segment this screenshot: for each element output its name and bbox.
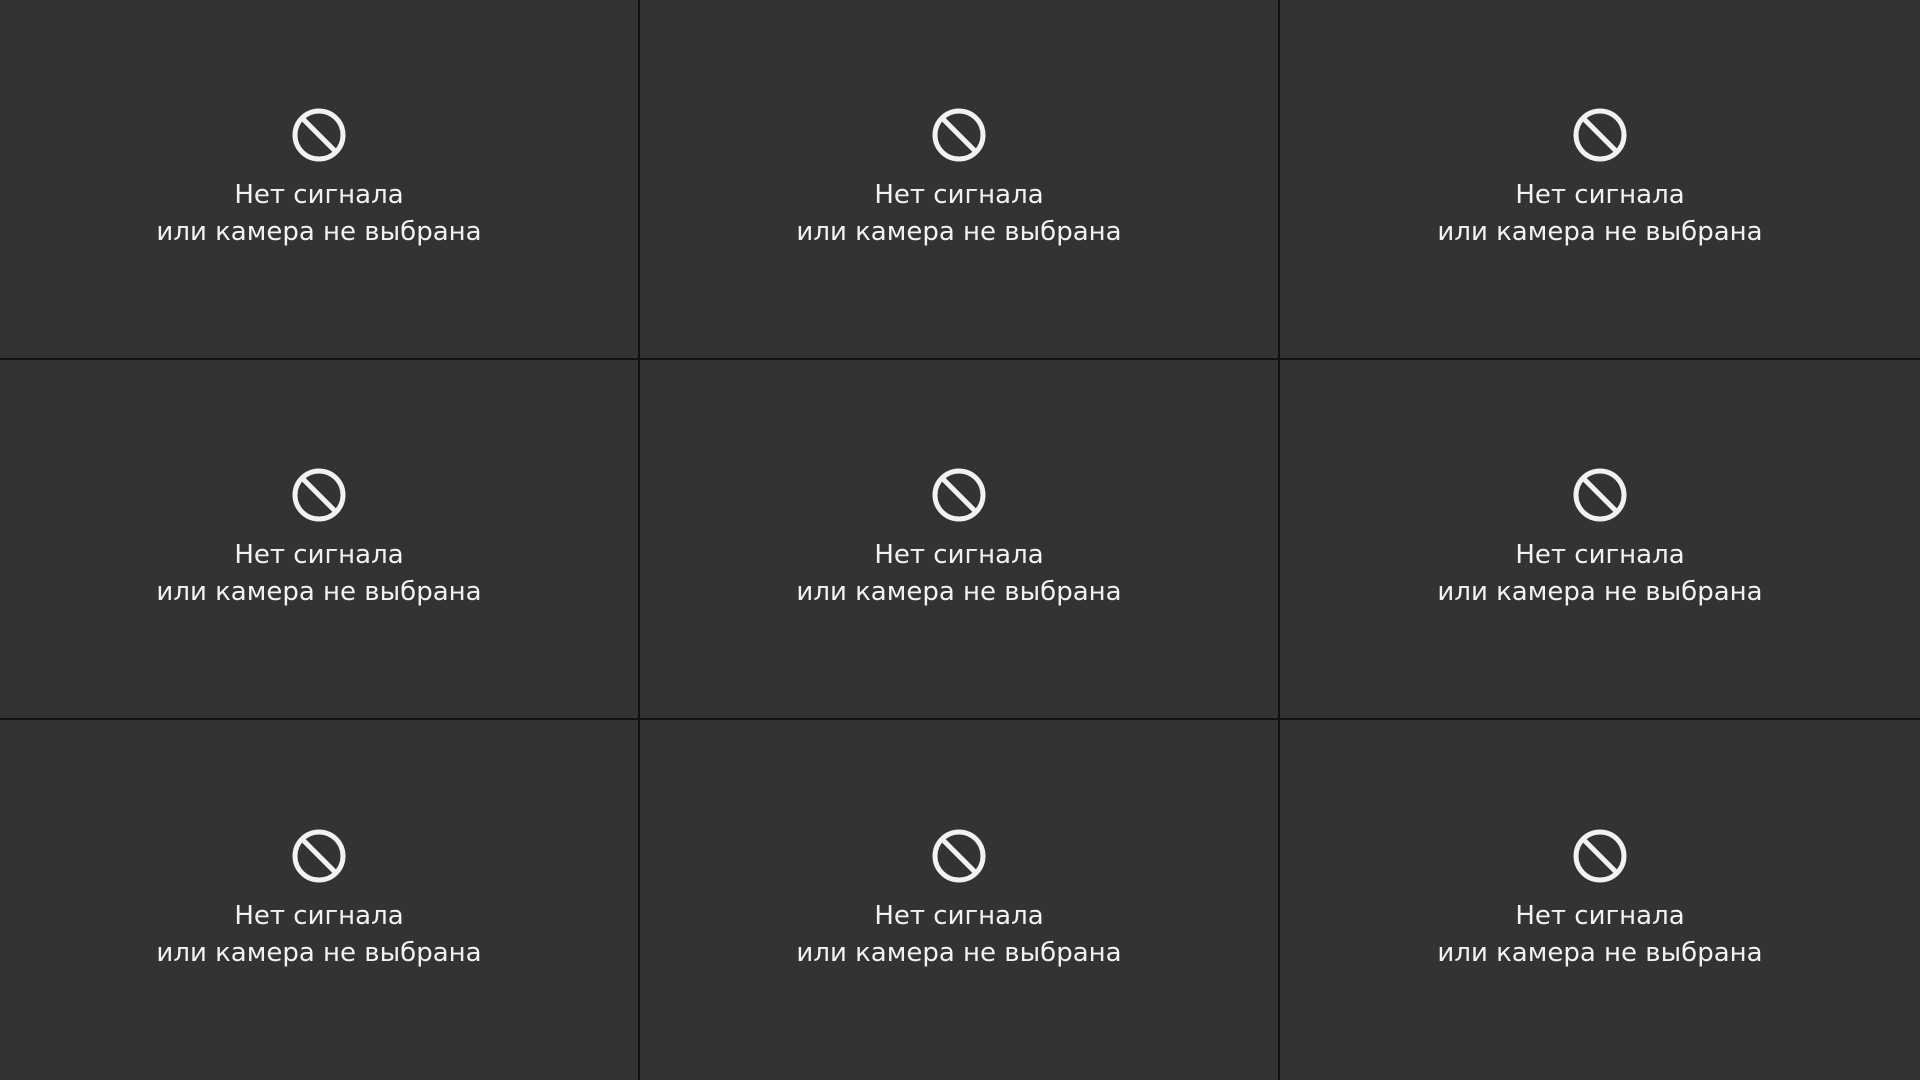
no-signal-subtitle: или камера не выбрана [1437, 577, 1763, 607]
camera-tile-4[interactable]: Нет сигнала или камера не выбрана [0, 360, 638, 718]
camera-grid: Нет сигнала или камера не выбрана Нет си… [0, 0, 1920, 1080]
no-signal-message: Нет сигнала или камера не выбрана [796, 537, 1121, 611]
no-signal-title: Нет сигнала [874, 901, 1044, 931]
no-signal-icon [291, 828, 347, 884]
no-signal-message: Нет сигнала или камера не выбрана [1437, 177, 1762, 251]
no-signal-icon [1572, 107, 1628, 163]
camera-tile-1[interactable]: Нет сигнала или камера не выбрана [0, 0, 638, 358]
no-signal-title: Нет сигнала [874, 180, 1044, 210]
no-signal-title: Нет сигнала [234, 540, 404, 570]
no-signal-title: Нет сигнала [874, 540, 1044, 570]
no-signal-subtitle: или камера не выбрана [1437, 217, 1763, 247]
no-signal-icon [291, 467, 347, 523]
no-signal-icon [931, 828, 987, 884]
no-signal-message: Нет сигнала или камера не выбрана [156, 177, 481, 251]
camera-tile-7[interactable]: Нет сигнала или камера не выбрана [0, 720, 638, 1080]
no-signal-message: Нет сигнала или камера не выбрана [796, 898, 1121, 972]
no-signal-icon [931, 107, 987, 163]
camera-tile-5[interactable]: Нет сигнала или камера не выбрана [640, 360, 1278, 718]
no-signal-message: Нет сигнала или камера не выбрана [156, 537, 481, 611]
no-signal-title: Нет сигнала [1515, 540, 1685, 570]
no-signal-subtitle: или камера не выбрана [156, 938, 482, 968]
no-signal-subtitle: или камера не выбрана [796, 577, 1122, 607]
no-signal-title: Нет сигнала [234, 180, 404, 210]
no-signal-icon [931, 467, 987, 523]
no-signal-subtitle: или камера не выбрана [1437, 938, 1763, 968]
no-signal-title: Нет сигнала [234, 901, 404, 931]
no-signal-subtitle: или камера не выбрана [156, 217, 482, 247]
camera-tile-2[interactable]: Нет сигнала или камера не выбрана [640, 0, 1278, 358]
no-signal-icon [291, 107, 347, 163]
no-signal-subtitle: или камера не выбрана [156, 577, 482, 607]
no-signal-icon [1572, 467, 1628, 523]
no-signal-message: Нет сигнала или камера не выбрана [156, 898, 481, 972]
no-signal-icon [1572, 828, 1628, 884]
camera-tile-6[interactable]: Нет сигнала или камера не выбрана [1280, 360, 1920, 718]
no-signal-message: Нет сигнала или камера не выбрана [1437, 898, 1762, 972]
no-signal-subtitle: или камера не выбрана [796, 217, 1122, 247]
no-signal-message: Нет сигнала или камера не выбрана [1437, 537, 1762, 611]
camera-tile-3[interactable]: Нет сигнала или камера не выбрана [1280, 0, 1920, 358]
no-signal-subtitle: или камера не выбрана [796, 938, 1122, 968]
no-signal-message: Нет сигнала или камера не выбрана [796, 177, 1121, 251]
camera-tile-8[interactable]: Нет сигнала или камера не выбрана [640, 720, 1278, 1080]
no-signal-title: Нет сигнала [1515, 180, 1685, 210]
no-signal-title: Нет сигнала [1515, 901, 1685, 931]
camera-tile-9[interactable]: Нет сигнала или камера не выбрана [1280, 720, 1920, 1080]
